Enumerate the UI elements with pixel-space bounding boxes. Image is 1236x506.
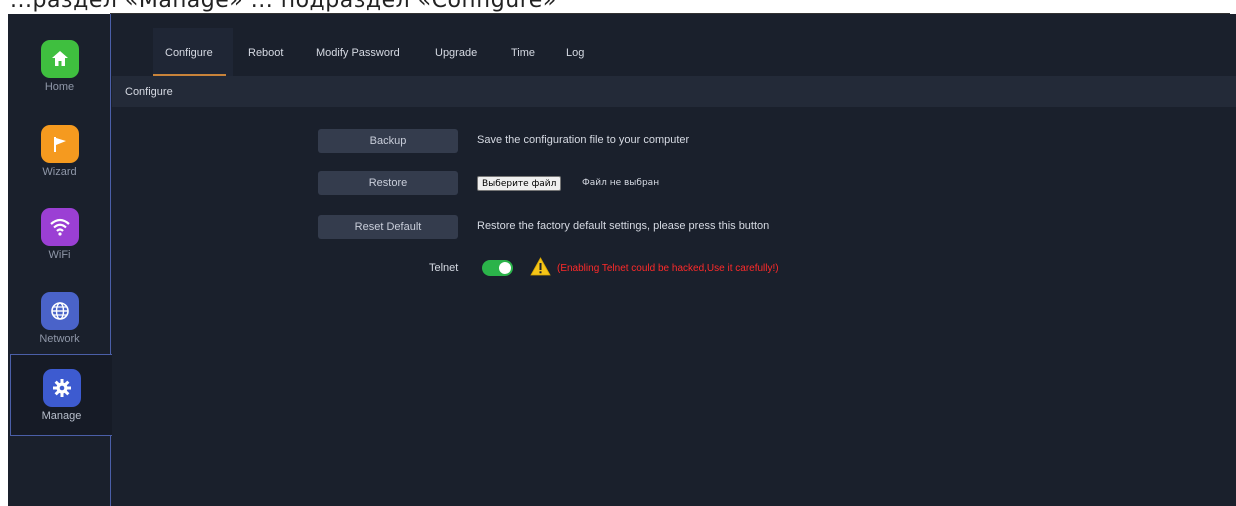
file-status-text: Файл не выбран <box>582 178 660 188</box>
tab-upgrade[interactable]: Upgrade <box>435 47 477 59</box>
sidebar-item-manage[interactable]: Manage <box>10 354 112 436</box>
toggle-knob <box>499 262 511 274</box>
sidebar-item-label: WiFi <box>48 249 71 261</box>
backup-button[interactable]: Backup <box>318 129 458 153</box>
reset-description: Restore the factory default settings, pl… <box>477 220 770 232</box>
tab-reboot[interactable]: Reboot <box>248 47 283 59</box>
gear-icon <box>42 369 81 407</box>
tab-log[interactable]: Log <box>566 47 584 59</box>
sidebar-item-label: Network <box>39 333 80 345</box>
telnet-label: Telnet <box>429 262 459 274</box>
restore-button[interactable]: Restore <box>318 171 458 195</box>
sidebar-item-label: Home <box>44 81 75 93</box>
globe-icon <box>40 292 79 330</box>
breadcrumb-label: Configure <box>125 86 173 98</box>
sidebar-item-wizard[interactable]: Wizard <box>8 111 111 195</box>
tab-modify-password[interactable]: Modify Password <box>316 47 400 59</box>
router-admin-app: Home Wizard WiFi Network Manage Configur… <box>8 14 1236 506</box>
sidebar-item-home[interactable]: Home <box>8 26 111 110</box>
sidebar-item-network[interactable]: Network <box>8 278 111 362</box>
telnet-toggle[interactable] <box>482 260 513 276</box>
main-content: Configure Reboot Modify Password Upgrade… <box>112 14 1236 506</box>
home-icon <box>40 40 79 78</box>
choose-file-button[interactable]: Выберите файл <box>477 176 562 191</box>
telnet-warning-text: (Enabling Telnet could be hacked,Use it … <box>557 263 779 274</box>
wifi-icon <box>40 208 79 246</box>
warning-icon <box>530 257 551 276</box>
flag-icon <box>40 125 79 163</box>
tab-configure[interactable]: Configure <box>153 47 226 76</box>
tab-time[interactable]: Time <box>511 47 535 59</box>
sidebar: Home Wizard WiFi Network Manage <box>8 14 112 506</box>
reset-default-button[interactable]: Reset Default <box>318 215 458 239</box>
sidebar-item-wifi[interactable]: WiFi <box>8 194 111 278</box>
sidebar-item-label: Manage <box>41 410 82 422</box>
tab-bar: Configure Reboot Modify Password Upgrade… <box>112 14 1236 76</box>
page-caption-fragment: ...раздел «Manage» ... подраздел «Config… <box>10 0 557 13</box>
backup-description: Save the configuration file to your comp… <box>477 134 690 146</box>
sidebar-item-label: Wizard <box>42 166 77 178</box>
page-top-strip: ...раздел «Manage» ... подраздел «Config… <box>0 0 1236 14</box>
breadcrumb: Configure <box>112 76 1236 107</box>
